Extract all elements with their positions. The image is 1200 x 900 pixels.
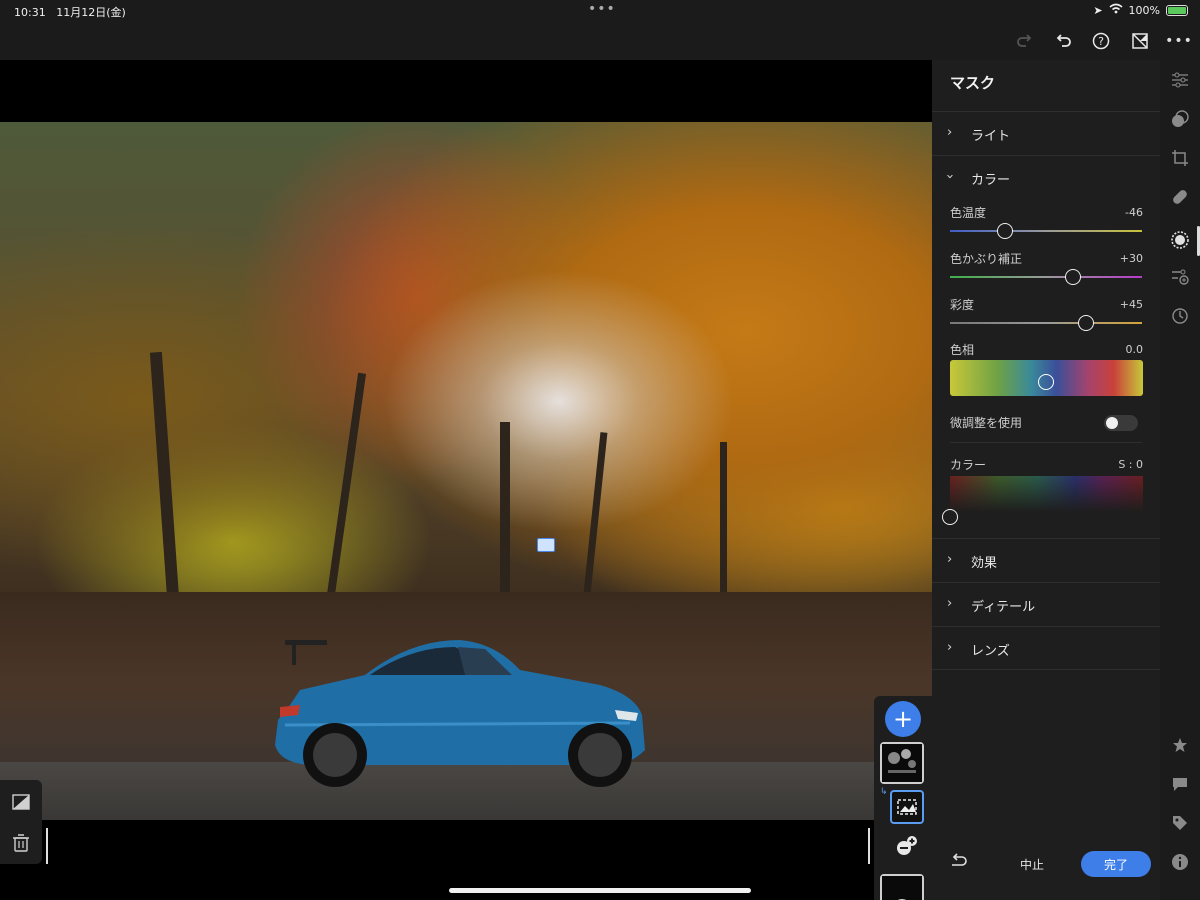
mask-panel: マスク › ライト › カラー 色温度 -46 色かぶり補正 +30 彩度 +4… bbox=[932, 60, 1160, 900]
tint-slider-track[interactable] bbox=[950, 276, 1142, 278]
fine-adjust-label: 微調整を使用 bbox=[950, 416, 1023, 430]
saturation-label: 彩度 bbox=[950, 298, 975, 312]
help-icon[interactable]: ? bbox=[1090, 30, 1112, 52]
battery-percent: 100% bbox=[1128, 3, 1160, 17]
presets-icon[interactable] bbox=[1170, 109, 1190, 129]
healing-brush-icon[interactable] bbox=[1170, 187, 1190, 207]
car-image bbox=[275, 640, 645, 787]
mask-pin-icon[interactable] bbox=[537, 538, 555, 552]
mask-thumbnail-2[interactable] bbox=[890, 790, 924, 824]
mask-thumbnail-1[interactable] bbox=[880, 742, 924, 784]
top-toolbar: ? ••• bbox=[0, 22, 1200, 60]
redo-icon[interactable] bbox=[1014, 30, 1036, 52]
panel-footer: 中止 完了 bbox=[932, 830, 1160, 900]
temp-slider-track[interactable] bbox=[950, 230, 1142, 232]
fine-adjust-toggle[interactable] bbox=[1104, 415, 1138, 431]
wifi-icon bbox=[1109, 3, 1123, 17]
chevron-right-icon: › bbox=[947, 640, 953, 655]
divider bbox=[950, 442, 1142, 443]
temp-label: 色温度 bbox=[950, 206, 987, 220]
rating-star-icon[interactable] bbox=[1170, 735, 1190, 755]
section-light[interactable]: › ライト bbox=[932, 111, 1160, 155]
saturation-slider-track[interactable] bbox=[950, 322, 1142, 324]
color-picker-area[interactable] bbox=[950, 476, 1143, 512]
compare-icon[interactable] bbox=[1129, 30, 1151, 52]
chevron-right-icon: › bbox=[947, 552, 953, 567]
hue-label: 色相 bbox=[950, 343, 975, 357]
invert-mask-icon[interactable] bbox=[11, 792, 31, 812]
section-color[interactable]: › カラー bbox=[932, 155, 1160, 188]
temp-slider-knob[interactable] bbox=[997, 223, 1013, 239]
masking-icon[interactable] bbox=[1170, 230, 1190, 250]
edit-sliders-icon[interactable] bbox=[1170, 70, 1190, 90]
temp-value: -46 bbox=[1125, 206, 1143, 219]
hue-picker-knob[interactable] bbox=[1038, 374, 1054, 390]
subtract-mask-icon[interactable] bbox=[895, 834, 919, 858]
location-icon: ➤ bbox=[1093, 3, 1103, 17]
panel-title: マスク bbox=[950, 74, 996, 92]
undo-icon[interactable] bbox=[1052, 30, 1074, 52]
history-icon[interactable] bbox=[1170, 306, 1190, 326]
section-detail[interactable]: › ディテール bbox=[932, 582, 1160, 626]
versions-icon[interactable] bbox=[1170, 267, 1190, 287]
tint-value: +30 bbox=[1119, 252, 1143, 265]
color-picker-knob[interactable] bbox=[942, 509, 958, 525]
done-button[interactable]: 完了 bbox=[1081, 851, 1151, 877]
chevron-right-icon: › bbox=[947, 596, 953, 611]
info-icon[interactable] bbox=[1170, 852, 1190, 872]
mask-stack: + ↳ bbox=[874, 696, 932, 900]
trash-icon[interactable] bbox=[11, 833, 31, 853]
reset-icon[interactable] bbox=[950, 852, 968, 872]
battery-icon bbox=[1166, 4, 1188, 16]
tint-slider-knob[interactable] bbox=[1065, 269, 1081, 285]
status-time: 10:31 11月12日(金) bbox=[14, 6, 126, 19]
link-arrow-icon: ↳ bbox=[880, 787, 888, 797]
tag-icon[interactable] bbox=[1170, 813, 1190, 833]
color-picker-value: S : 0 bbox=[1118, 458, 1143, 471]
home-indicator[interactable] bbox=[449, 888, 751, 893]
section-effects[interactable]: › 効果 bbox=[932, 538, 1160, 582]
mask-thumbnail-3[interactable] bbox=[880, 874, 924, 900]
filmstrip-left-handle[interactable] bbox=[46, 828, 48, 864]
saturation-slider-knob[interactable] bbox=[1078, 315, 1094, 331]
mask-tools-left bbox=[0, 780, 42, 864]
tool-rail bbox=[1160, 60, 1200, 900]
status-bar: 10:31 11月12日(金) ••• ➤ 100% bbox=[0, 0, 1200, 22]
svg-text:?: ? bbox=[1098, 35, 1104, 48]
hue-value: 0.0 bbox=[1125, 343, 1144, 356]
status-date: 11月12日(金) bbox=[56, 6, 126, 19]
cancel-button[interactable]: 中止 bbox=[1020, 856, 1044, 873]
comment-icon[interactable] bbox=[1170, 774, 1190, 794]
multitasking-dots-icon[interactable]: ••• bbox=[588, 1, 616, 17]
filmstrip-right-handle[interactable] bbox=[868, 828, 870, 864]
chevron-down-icon: › bbox=[942, 173, 958, 180]
tint-label: 色かぶり補正 bbox=[950, 252, 1023, 266]
crop-icon[interactable] bbox=[1170, 148, 1190, 168]
more-icon[interactable]: ••• bbox=[1165, 30, 1192, 52]
color-picker-label: カラー bbox=[950, 458, 987, 472]
chevron-right-icon: › bbox=[947, 125, 953, 140]
add-mask-button[interactable]: + bbox=[885, 701, 921, 737]
section-lens[interactable]: › レンズ bbox=[932, 626, 1160, 670]
photo-canvas[interactable]: + ↳ bbox=[0, 60, 932, 900]
saturation-value: +45 bbox=[1119, 298, 1143, 311]
